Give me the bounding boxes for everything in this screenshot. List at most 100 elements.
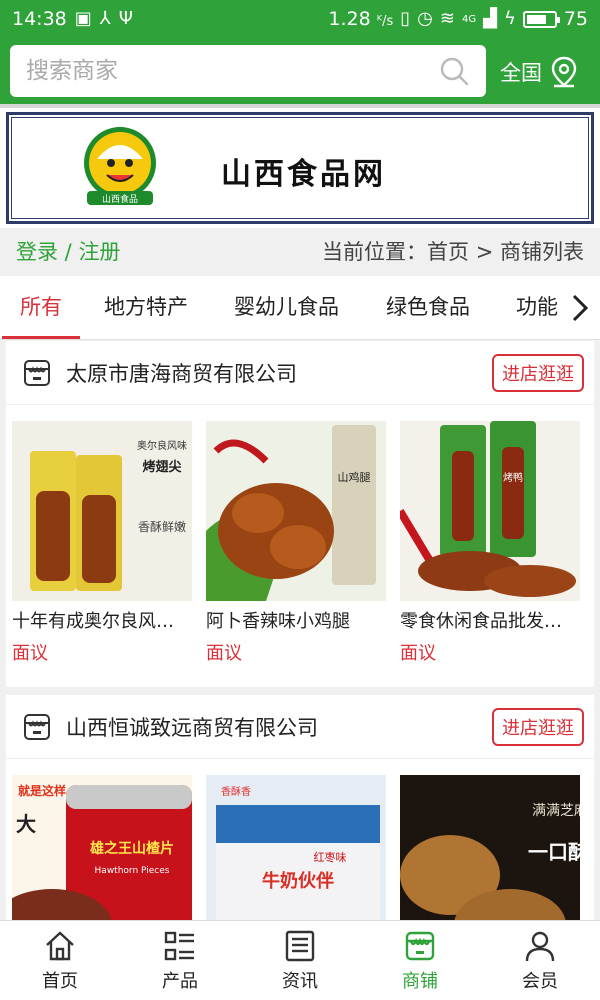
- product-price: 面议: [400, 643, 436, 664]
- product-image[interactable]: 就是这样 大 雄之王山楂片 Hawthorn Pieces: [12, 775, 192, 920]
- store-icon: [24, 713, 50, 740]
- tab-local-specialty[interactable]: 地方特产: [104, 276, 188, 339]
- search-box[interactable]: [10, 45, 486, 97]
- breadcrumb-home[interactable]: 首页: [427, 240, 469, 264]
- store-icon: [24, 359, 50, 386]
- app-root: 14:38 ▣ ⅄ Ψ 1.28 ᴷ/s ▯ ◷ ≋ 4G ▟ ϟ 75 全国: [0, 0, 600, 1000]
- image-icon: ▣: [74, 8, 92, 29]
- product-card[interactable]: 奥尔良风味 烤翅尖 香酥鲜嫩 十年有成奥尔良风味烤翅尖 面议: [12, 421, 192, 720]
- product-name[interactable]: 十年有成奥尔良风味烤翅尖: [12, 607, 184, 633]
- product-image[interactable]: 满满芝麻 一口酥: [400, 775, 580, 920]
- site-logo: 山西食品: [84, 127, 156, 205]
- nav-home[interactable]: 首页: [0, 921, 120, 1000]
- breadcrumb: 当前位置：首页 > 商铺列表: [322, 236, 584, 266]
- banner-frame: 山西食品 山西食品网: [6, 112, 594, 224]
- search-icon[interactable]: [438, 55, 470, 87]
- product-image-text: 就是这样: [18, 783, 66, 798]
- network-speed: 1.28 ᴷ/s: [328, 8, 394, 30]
- tab-green-food[interactable]: 绿色食品: [386, 276, 470, 339]
- product-card[interactable]: 就是这样 大 雄之王山楂片 Hawthorn Pieces: [12, 775, 192, 920]
- enter-shop-button[interactable]: 进店逛逛: [492, 707, 584, 746]
- network-type: 4G: [461, 13, 477, 25]
- auth-separator: /: [58, 240, 79, 264]
- status-time: 14:38: [12, 8, 67, 30]
- enter-shop-button[interactable]: 进店逛逛: [492, 353, 584, 392]
- product-image[interactable]: 香酥香 红枣味 牛奶伙伴: [206, 775, 386, 920]
- nav-label: 产品: [162, 970, 198, 992]
- home-icon: [46, 930, 74, 960]
- product-image-text: 雄之王山楂片: [89, 840, 174, 857]
- product-price: 面议: [206, 643, 242, 664]
- product-image-text: 烤鸭: [503, 471, 523, 484]
- login-bar: 登录 / 注册 当前位置：首页 > 商铺列表: [0, 228, 600, 274]
- tabs-scroll-right[interactable]: [560, 276, 600, 339]
- shop-header[interactable]: 山西恒诚致远商贸有限公司 进店逛逛: [6, 695, 594, 759]
- user-icon: [525, 931, 555, 961]
- wifi-icon: ≋: [439, 8, 455, 29]
- product-image-text: 满满芝麻: [532, 803, 580, 819]
- breadcrumb-current: 商铺列表: [500, 240, 584, 264]
- product-card[interactable]: 满满芝麻 一口酥: [400, 775, 580, 920]
- register-link[interactable]: 注册: [78, 240, 120, 264]
- product-image-text: 香酥香: [221, 786, 251, 798]
- category-tabs: 所有 地方特产 婴幼儿食品 绿色食品 功能: [0, 276, 600, 340]
- product-image[interactable]: 烤鸭: [400, 421, 580, 601]
- shop-name[interactable]: 太原市唐海商贸有限公司: [66, 358, 492, 388]
- breadcrumb-prefix: 当前位置：: [322, 240, 428, 264]
- product-price: 面议: [12, 643, 48, 664]
- product-image-text: 红枣味: [314, 851, 347, 864]
- tab-infant-food[interactable]: 婴幼儿食品: [234, 276, 339, 339]
- tab-functional[interactable]: 功能: [516, 276, 558, 339]
- search-input[interactable]: [26, 58, 438, 84]
- region-selector[interactable]: 全国: [500, 52, 578, 92]
- nav-products[interactable]: 产品: [120, 921, 240, 1000]
- charging-icon: ϟ: [503, 8, 516, 29]
- share-icon: ⅄: [99, 8, 111, 29]
- product-image-text: 大: [16, 812, 36, 836]
- shop-card: 太原市唐海商贸有限公司 进店逛逛 奥尔良风味 烤翅尖 香酥鲜嫩 十年有成奥尔良风…: [6, 341, 594, 720]
- product-card[interactable]: 山鸡腿 阿卜香辣味小鸡腿 面议: [206, 421, 386, 720]
- product-image-text: 香酥鲜嫩: [138, 520, 186, 534]
- banner-title: 山西食品网: [221, 157, 386, 192]
- product-image[interactable]: 奥尔良风味 烤翅尖 香酥鲜嫩: [12, 421, 192, 601]
- header: 全国: [0, 38, 600, 104]
- product-image-text: 烤翅尖: [142, 459, 181, 475]
- shop-card: 山西恒诚致远商贸有限公司 进店逛逛 就是这样 大 雄之王山楂片 Hawthorn…: [6, 695, 594, 920]
- product-image-text: 山鸡腿: [338, 470, 371, 484]
- shop-name[interactable]: 山西恒诚致远商贸有限公司: [66, 712, 492, 742]
- bottom-nav: 首页 产品 资讯 商铺 会员: [0, 920, 600, 1000]
- nav-member[interactable]: 会员: [480, 921, 600, 1000]
- banner[interactable]: 山西食品 山西食品网: [0, 104, 600, 228]
- nav-news[interactable]: 资讯: [240, 921, 360, 1000]
- shop-list: 太原市唐海商贸有限公司 进店逛逛 奥尔良风味 烤翅尖 香酥鲜嫩 十年有成奥尔良风…: [0, 341, 600, 920]
- chevron-right-icon: [572, 294, 589, 322]
- shop-header[interactable]: 太原市唐海商贸有限公司 进店逛逛: [6, 341, 594, 405]
- product-image-text: 牛奶伙伴: [262, 870, 334, 892]
- location-pin-icon: [551, 56, 577, 88]
- alarm-icon: ◷: [417, 8, 433, 29]
- nav-label: 首页: [42, 970, 78, 992]
- product-card[interactable]: 烤鸭 零食休闲食品批发鸭脖 面议: [400, 421, 580, 720]
- nav-label: 商铺: [402, 970, 438, 992]
- region-label: 全国: [500, 61, 542, 85]
- product-card[interactable]: 香酥香 红枣味 牛奶伙伴: [206, 775, 386, 920]
- usb-icon: Ψ: [118, 8, 133, 29]
- product-image[interactable]: 山鸡腿: [206, 421, 386, 601]
- product-image-text: 奥尔良风味: [137, 439, 187, 452]
- nav-label: 会员: [522, 970, 558, 992]
- product-list: 就是这样 大 雄之王山楂片 Hawthorn Pieces 香酥香 红枣味 牛奶…: [6, 759, 594, 920]
- product-list: 奥尔良风味 烤翅尖 香酥鲜嫩 十年有成奥尔良风味烤翅尖 面议: [6, 405, 594, 720]
- battery-level: 75: [563, 8, 588, 30]
- login-link[interactable]: 登录: [16, 240, 58, 264]
- battery-icon: [522, 10, 560, 28]
- signal-icon: ▟: [483, 8, 497, 29]
- product-name[interactable]: 阿卜香辣味小鸡腿: [206, 607, 378, 633]
- product-name[interactable]: 零食休闲食品批发鸭脖: [400, 607, 572, 633]
- status-bar: 14:38 ▣ ⅄ Ψ 1.28 ᴷ/s ▯ ◷ ≋ 4G ▟ ϟ 75: [0, 0, 600, 38]
- breadcrumb-separator: >: [469, 240, 500, 264]
- nav-shops[interactable]: 商铺: [360, 921, 480, 1000]
- product-image-text: 一口酥: [528, 840, 580, 864]
- nav-label: 资讯: [282, 970, 318, 992]
- tab-all[interactable]: 所有: [2, 276, 80, 339]
- store-icon: [405, 931, 435, 960]
